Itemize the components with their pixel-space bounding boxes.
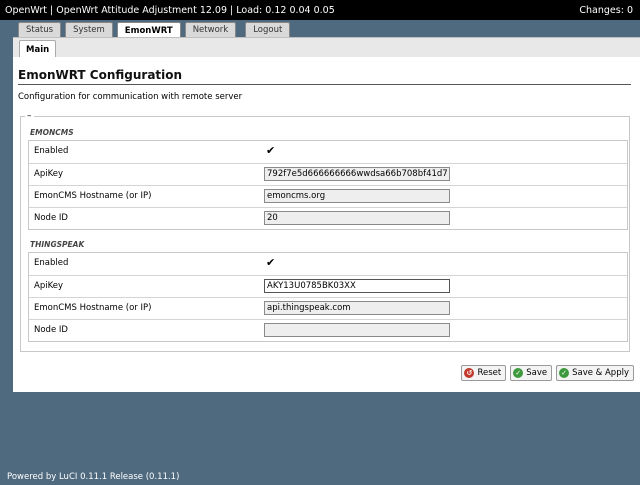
page-description: Configuration for communication with rem… (18, 92, 243, 102)
main-content: EmonWRT Configuration Configuration for … (13, 57, 640, 392)
apikey-input[interactable] (264, 279, 450, 293)
table-row: EmonCMS Hostname (or IP) (29, 297, 627, 319)
enabled-checkbox[interactable]: ✔ (266, 145, 275, 156)
tab-logout[interactable]: Logout (245, 22, 291, 37)
save-icon: ✓ (513, 368, 524, 378)
reset-label: Reset (477, 368, 502, 378)
fieldset-legend: – (25, 111, 34, 121)
save-button[interactable]: ✓ Save (510, 365, 553, 381)
table-row: Node ID (29, 207, 627, 229)
action-buttons: ↺ Reset ✓ Save ✓ Save & Apply (461, 365, 634, 381)
config-fieldset: – EMONCMS Enabled ✔ ApiKey EmonCMS Hostn… (20, 111, 630, 352)
save-apply-button[interactable]: ✓ Save & Apply (556, 365, 634, 381)
subtab-main[interactable]: Main (19, 40, 57, 58)
table-row: ApiKey (29, 163, 627, 185)
tab-emonwrt[interactable]: EmonWRT (116, 22, 181, 38)
node-id-label: Node ID (34, 213, 68, 223)
page-title: EmonWRT Configuration (18, 68, 183, 82)
top-bar: OpenWrt | OpenWrt Attitude Adjustment 12… (0, 0, 640, 20)
title-divider (18, 84, 631, 85)
node-id-input[interactable] (264, 323, 450, 337)
reset-button[interactable]: ↺ Reset (461, 365, 507, 381)
sub-menu: Main (13, 37, 640, 58)
save-label: Save (526, 368, 548, 378)
apikey-input[interactable] (264, 167, 450, 181)
hostname-input[interactable] (264, 189, 450, 203)
tab-network[interactable]: Network (184, 22, 237, 37)
main-menu: Status System EmonWRT Network Logout (18, 22, 291, 38)
table-row: EmonCMS Hostname (or IP) (29, 185, 627, 207)
save-apply-label: Save & Apply (572, 368, 629, 378)
table-row: Node ID (29, 319, 627, 341)
node-id-input[interactable] (264, 211, 450, 225)
footer-text: Powered by LuCI 0.11.1 Release (0.11.1) (7, 472, 180, 482)
table-row: Enabled ✔ (29, 253, 627, 275)
thingspeak-table: Enabled ✔ ApiKey EmonCMS Hostname (or IP… (28, 252, 628, 342)
tab-system[interactable]: System (65, 22, 113, 37)
header-title: OpenWrt | OpenWrt Attitude Adjustment 12… (5, 4, 335, 16)
emoncms-table: Enabled ✔ ApiKey EmonCMS Hostname (or IP… (28, 140, 628, 230)
enabled-label: Enabled (34, 146, 69, 156)
section-title-thingspeak: THINGSPEAK (30, 240, 85, 249)
table-row: ApiKey (29, 275, 627, 297)
hostname-label: EmonCMS Hostname (or IP) (34, 191, 152, 201)
hostname-input[interactable] (264, 301, 450, 315)
reset-icon: ↺ (464, 368, 475, 378)
hostname-label: EmonCMS Hostname (or IP) (34, 303, 152, 313)
apikey-label: ApiKey (34, 169, 63, 179)
table-row: Enabled ✔ (29, 141, 627, 163)
enabled-checkbox[interactable]: ✔ (266, 257, 275, 268)
enabled-label: Enabled (34, 258, 69, 268)
apikey-label: ApiKey (34, 281, 63, 291)
tab-status[interactable]: Status (18, 22, 62, 37)
node-id-label: Node ID (34, 325, 68, 335)
changes-link[interactable]: Changes: 0 (579, 5, 635, 16)
section-title-emoncms: EMONCMS (30, 128, 74, 137)
apply-icon: ✓ (559, 368, 570, 378)
